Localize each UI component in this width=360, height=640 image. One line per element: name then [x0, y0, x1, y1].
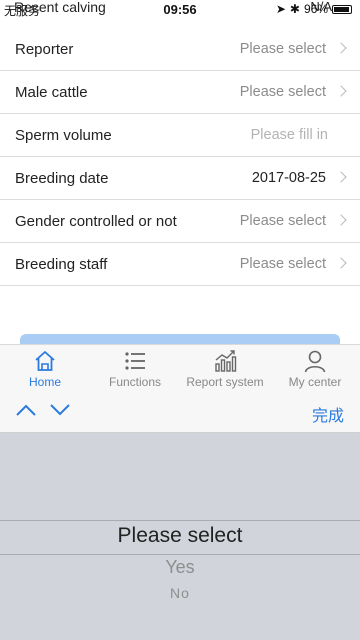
gender-controlled-select[interactable]: Please select — [240, 213, 326, 229]
tab-label: Report system — [186, 375, 264, 389]
tab-my-center[interactable]: My center — [270, 345, 360, 391]
bottom-tab-bar: Home Functions Report system My center — [0, 344, 360, 391]
picker-option[interactable]: Yes — [0, 557, 360, 578]
sperm-volume-input[interactable]: Please fill in — [251, 127, 328, 143]
picker-toolbar: 完成 — [0, 391, 360, 433]
chevron-right-icon — [335, 171, 347, 183]
chevron-up-icon[interactable] — [15, 403, 37, 417]
breeding-form: Reporter Please select Male cattle Pleas… — [0, 28, 360, 286]
breeding-date-select[interactable]: 2017-08-25 — [252, 170, 326, 186]
status-icons: ➤ ✱ 96% — [276, 2, 352, 16]
picker-wheel[interactable]: Please select Yes No — [0, 433, 360, 640]
bluetooth-icon: ✱ — [289, 2, 300, 16]
form-row-sperm-volume[interactable]: Sperm volume Please fill in — [0, 114, 360, 157]
chevron-right-icon — [335, 257, 347, 269]
row-label: Breeding staff — [15, 255, 108, 273]
chevron-right-icon — [335, 214, 347, 226]
user-icon — [304, 350, 326, 373]
selection-line-top — [0, 520, 360, 521]
row-label: Reporter — [15, 40, 74, 58]
tab-label: My center — [288, 375, 342, 389]
home-icon — [35, 351, 55, 371]
battery-icon — [332, 4, 352, 14]
form-row-male-cattle[interactable]: Male cattle Please select — [0, 71, 360, 114]
row-label: Male cattle — [15, 83, 88, 101]
form-row-gender-controlled[interactable]: Gender controlled or not Please select — [0, 200, 360, 243]
tab-functions[interactable]: Functions — [90, 345, 180, 391]
tab-label: Functions — [108, 375, 162, 389]
form-row-breeding-date[interactable]: Breeding date 2017-08-25 — [0, 157, 360, 200]
tab-report-system[interactable]: Report system — [180, 345, 270, 391]
chevron-right-icon — [335, 42, 347, 54]
list-icon — [125, 352, 145, 370]
done-button[interactable]: 完成 — [312, 402, 344, 426]
chevron-down-icon[interactable] — [49, 403, 71, 417]
picker-option[interactable]: No — [0, 585, 360, 601]
tab-home[interactable]: Home — [0, 345, 90, 391]
row-label: Sperm volume — [15, 126, 112, 144]
status-bar: 无服务 Recent calving 09:56 N/A ➤ ✱ 96% — [0, 0, 360, 20]
location-icon: ➤ — [275, 2, 286, 16]
form-row-reporter[interactable]: Reporter Please select — [0, 28, 360, 71]
chevron-right-icon — [335, 85, 347, 97]
selection-line-bottom — [0, 554, 360, 555]
battery-percent: 96% — [303, 2, 328, 16]
male-cattle-select[interactable]: Please select — [240, 84, 326, 100]
reporter-select[interactable]: Please select — [240, 41, 326, 57]
tab-label: Home — [28, 375, 61, 389]
chart-icon — [215, 350, 237, 372]
picker-nav — [15, 403, 71, 417]
row-label: Breeding date — [15, 169, 109, 187]
row-label: Gender controlled or not — [15, 212, 177, 230]
breeding-staff-select[interactable]: Please select — [240, 256, 326, 272]
picker-option-selected[interactable]: Please select — [0, 524, 360, 548]
form-row-breeding-staff[interactable]: Breeding staff Please select — [0, 243, 360, 286]
